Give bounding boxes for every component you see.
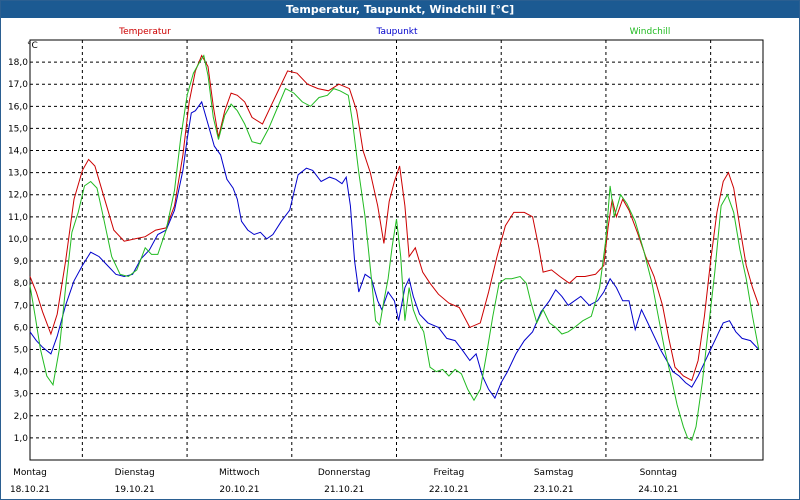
x-day-label: Dienstag [115, 468, 155, 478]
y-axis-unit: °C [27, 41, 38, 51]
x-day-label: Donnerstag [318, 468, 371, 478]
x-day-label: Samstag [534, 468, 573, 478]
legend: Temperatur Taupunkt Windchill [118, 27, 670, 37]
x-date-label: 24.10.21 [638, 485, 678, 495]
y-tick-label: 16,0 [8, 102, 28, 112]
y-tick-label: 13,0 [8, 169, 28, 179]
series-lines [29, 54, 760, 441]
y-tick-label: 5,0 [14, 345, 29, 355]
x-date-label: 22.10.21 [429, 485, 469, 495]
y-tick-label: 2,0 [14, 412, 29, 422]
y-tick-label: 7,0 [14, 301, 29, 311]
y-tick-label: 3,0 [14, 390, 29, 400]
legend-item: Windchill [630, 27, 671, 37]
series-line-windchill [29, 54, 760, 441]
y-tick-label: 15,0 [8, 124, 28, 134]
series-line-taupunkt [29, 100, 760, 400]
y-tick-label: 18,0 [8, 58, 28, 68]
y-tick-label: 1,0 [14, 434, 29, 444]
legend-item: Taupunkt [375, 27, 418, 37]
y-tick-label: 6,0 [14, 323, 29, 333]
y-tick-label: 14,0 [8, 147, 28, 157]
x-day-label: Sonntag [640, 468, 677, 478]
x-date-label: 18.10.21 [10, 485, 50, 495]
y-tick-label: 11,0 [8, 213, 28, 223]
y-axis-ticks: 1,0 2,0 3,0 4,0 5,0 6,0 7,0 8,0 9,0 10,0 11,0 12,0 1… [8, 58, 28, 444]
y-tick-label: 8,0 [14, 279, 29, 289]
legend-item: Temperatur [118, 27, 171, 37]
y-tick-label: 12,0 [8, 191, 28, 201]
x-date-label: 20.10.21 [219, 485, 259, 495]
x-day-label: Freitag [433, 468, 464, 478]
grid-lines [30, 40, 763, 460]
y-tick-label: 10,0 [8, 235, 28, 245]
x-date-label: 19.10.21 [115, 485, 155, 495]
y-tick-label: 17,0 [8, 80, 28, 90]
chart: 1,0 2,0 3,0 4,0 5,0 6,0 7,0 8,0 9,0 10,0 11,0 12,0 1… [8, 27, 764, 495]
y-tick-label: 4,0 [14, 368, 29, 378]
x-date-label: 21.10.21 [324, 485, 364, 495]
x-axis-labels: Montag 18.10.21 Dienstag 19.10.21 Mittwoch 20… [10, 468, 678, 495]
x-day-label: Mittwoch [219, 468, 260, 478]
x-day-label: Montag [13, 468, 47, 478]
y-tick-label: 9,0 [14, 257, 29, 267]
series-line-temperatur [29, 54, 760, 382]
x-date-label: 23.10.21 [534, 485, 574, 495]
